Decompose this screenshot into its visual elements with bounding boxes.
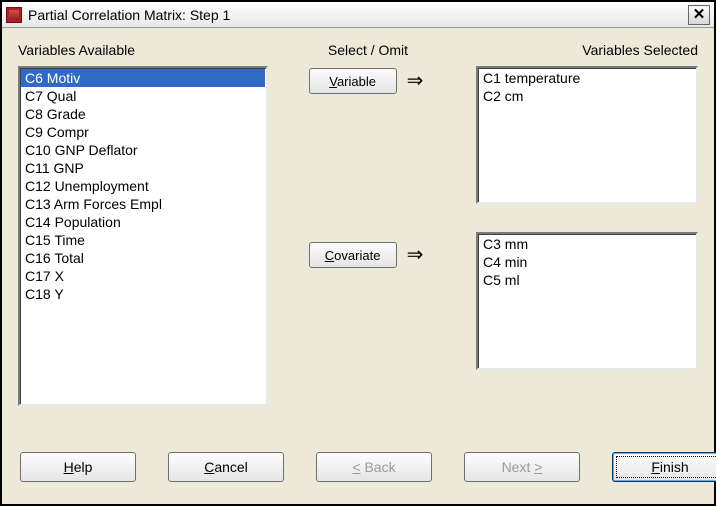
help-button[interactable]: Help xyxy=(20,452,136,482)
list-item[interactable]: C3 mm xyxy=(479,235,695,253)
list-item[interactable]: C12 Unemployment xyxy=(21,177,265,195)
label-variables-available: Variables Available xyxy=(18,42,278,62)
list-item[interactable]: C9 Compr xyxy=(21,123,265,141)
covariate-button[interactable]: Covariate xyxy=(309,242,397,268)
list-item[interactable]: C17 X xyxy=(21,267,265,285)
dialog-window: Partial Correlation Matrix: Step 1 ✕ Var… xyxy=(0,0,716,506)
list-item[interactable]: C14 Population xyxy=(21,213,265,231)
list-item[interactable]: C16 Total xyxy=(21,249,265,267)
cancel-button[interactable]: Cancel xyxy=(168,452,284,482)
covariate-action-row: Covariate ⇒ xyxy=(309,242,428,276)
arrow-icon: ⇒ xyxy=(407,71,428,91)
arrow-icon: ⇒ xyxy=(407,245,428,265)
back-button: < Back xyxy=(316,452,432,482)
list-item[interactable]: C1 temperature xyxy=(479,69,695,87)
list-item[interactable]: C4 min xyxy=(479,253,695,271)
variable-button[interactable]: Variable xyxy=(309,68,397,94)
listbox-covariates[interactable]: C3 mmC4 minC5 ml xyxy=(476,232,698,370)
next-button: Next > xyxy=(464,452,580,482)
column-actions: Select / Omit Variable ⇒ Covariate ⇒ xyxy=(278,42,458,438)
upper-area: Variables Available C6 MotivC7 QualC8 Gr… xyxy=(18,42,698,438)
list-item[interactable]: C6 Motiv xyxy=(21,69,265,87)
label-variables-selected: Variables Selected xyxy=(458,42,698,62)
list-item[interactable]: C10 GNP Deflator xyxy=(21,141,265,159)
bottom-button-bar: Help Cancel < Back Next > Finish xyxy=(18,438,698,496)
close-button[interactable]: ✕ xyxy=(688,5,710,25)
close-icon: ✕ xyxy=(693,7,706,22)
window-title: Partial Correlation Matrix: Step 1 xyxy=(28,7,688,23)
titlebar: Partial Correlation Matrix: Step 1 ✕ xyxy=(2,2,714,28)
dialog-content: Variables Available C6 MotivC7 QualC8 Gr… xyxy=(2,28,714,504)
list-item[interactable]: C8 Grade xyxy=(21,105,265,123)
list-item[interactable]: C15 Time xyxy=(21,231,265,249)
listbox-available[interactable]: C6 MotivC7 QualC8 GradeC9 ComprC10 GNP D… xyxy=(18,66,268,406)
list-item[interactable]: C11 GNP xyxy=(21,159,265,177)
app-icon xyxy=(6,7,22,23)
list-item[interactable]: C7 Qual xyxy=(21,87,265,105)
list-item[interactable]: C2 cm xyxy=(479,87,695,105)
list-item[interactable]: C5 ml xyxy=(479,271,695,289)
selected-stack: C1 temperatureC2 cm C3 mmC4 minC5 ml xyxy=(458,66,698,370)
variable-action-row: Variable ⇒ xyxy=(309,68,428,102)
finish-button[interactable]: Finish xyxy=(612,452,716,482)
list-item[interactable]: C13 Arm Forces Empl xyxy=(21,195,265,213)
column-available: Variables Available C6 MotivC7 QualC8 Gr… xyxy=(18,42,278,438)
label-select-omit: Select / Omit xyxy=(278,42,458,62)
column-selected: Variables Selected C1 temperatureC2 cm C… xyxy=(458,42,698,438)
list-item[interactable]: C18 Y xyxy=(21,285,265,303)
listbox-selected-variables[interactable]: C1 temperatureC2 cm xyxy=(476,66,698,204)
